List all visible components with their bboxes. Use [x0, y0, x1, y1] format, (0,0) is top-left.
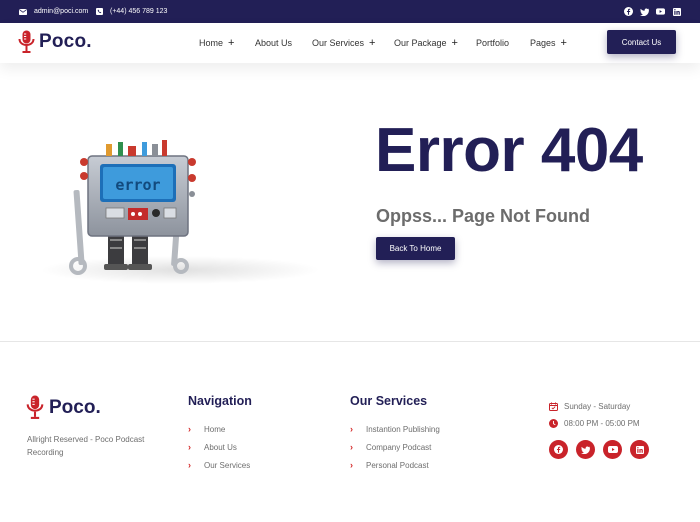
robot-illustration: error [40, 140, 320, 284]
footer-opening-hours: Sunday - Saturday 08:00 PM - 05:00 PM [549, 398, 640, 432]
hours-time-row: 08:00 PM - 05:00 PM [549, 415, 640, 432]
twitter-icon[interactable] [640, 7, 649, 16]
chevron-right-icon: › [350, 442, 353, 452]
footer-service-link-company-podcast[interactable]: › Company Podcast [350, 438, 440, 456]
footer-navigation-list: › Home › About Us › Our Services [188, 420, 250, 474]
error-subtitle: Oppss... Page Not Found [376, 206, 591, 226]
chevron-right-icon: › [188, 460, 191, 470]
nav-label: About Us [255, 38, 293, 48]
contact-us-button[interactable]: Contact Us [607, 30, 676, 54]
topbar-phone-text: (+44) 456 789 123 [110, 8, 168, 15]
footer-services-heading: Our Services [350, 394, 428, 408]
footer-nav-link-about-us[interactable]: › About Us [188, 438, 250, 456]
error-title: Error 404 [375, 116, 643, 185]
footer-copyright: Allright Reserved - Poco Podcast Recordi… [27, 435, 145, 457]
top-bar: admin@poci.com (+44) 456 789 123 [0, 0, 700, 23]
nav-item-home[interactable]: Home + [199, 23, 234, 63]
nav-item-portfolio[interactable]: Portfolio [476, 23, 509, 63]
nav-label: Our Services [312, 38, 365, 48]
youtube-icon[interactable] [656, 7, 665, 16]
footer-brand-name: Poco. [49, 396, 101, 418]
linkedin-icon[interactable] [672, 7, 681, 16]
footer-navigation-heading: Navigation [188, 394, 252, 408]
microphone-icon [26, 395, 44, 419]
calendar-icon [549, 402, 558, 411]
link-label: About Us [204, 442, 237, 452]
link-label: Our Services [204, 460, 251, 470]
brand-name: Poco. [39, 31, 92, 52]
footer-service-link-instantion-publishing[interactable]: › Instantion Publishing [350, 420, 440, 438]
link-label: Company Podcast [366, 442, 432, 452]
topbar-phone[interactable]: (+44) 456 789 123 [96, 0, 167, 23]
facebook-icon[interactable] [549, 440, 568, 459]
facebook-icon[interactable] [624, 7, 633, 16]
footer-logo[interactable]: Poco. [26, 395, 101, 420]
nav-item-our-services[interactable]: Our Services + [312, 23, 375, 63]
chevron-right-icon: › [188, 424, 191, 434]
nav-item-about-us[interactable]: About Us [255, 23, 292, 63]
chevron-right-icon: › [188, 442, 191, 452]
main-header: Poco. Home + About Us Our Services + Our P… [0, 23, 700, 63]
linkedin-icon[interactable] [630, 440, 649, 459]
footer-nav-link-our-services[interactable]: › Our Services [188, 456, 250, 474]
link-label: Personal Podcast [366, 460, 429, 470]
chevron-right-icon: › [350, 424, 353, 434]
hours-days-text: Sunday - Saturday [564, 402, 631, 411]
nav-item-pages[interactable]: Pages + [530, 23, 567, 63]
topbar-email-text: admin@poci.com [34, 8, 89, 15]
nav-label: Our Package [394, 38, 447, 48]
clock-icon [549, 419, 558, 428]
nav-label: Portfolio [476, 38, 510, 48]
plus-icon: + [228, 37, 235, 49]
plus-icon: + [560, 37, 567, 49]
topbar-email[interactable]: admin@poci.com [19, 0, 88, 23]
twitter-icon[interactable] [576, 440, 595, 459]
footer-service-link-personal-podcast[interactable]: › Personal Podcast [350, 456, 440, 474]
site-logo[interactable]: Poco. [18, 30, 92, 54]
chevron-right-icon: › [350, 460, 353, 470]
topbar-social [624, 0, 681, 23]
footer-nav-link-home[interactable]: › Home [188, 420, 250, 438]
plus-icon: + [451, 37, 458, 49]
nav-label: Home [199, 38, 224, 48]
hours-time-text: 08:00 PM - 05:00 PM [564, 419, 640, 428]
robot-screen-text: error [115, 176, 160, 194]
hours-days-row: Sunday - Saturday [549, 398, 640, 415]
nav-label: Pages [530, 38, 556, 48]
back-to-home-button[interactable]: Back To Home [376, 237, 455, 260]
phone-icon [96, 8, 103, 15]
plus-icon: + [369, 37, 376, 49]
youtube-icon[interactable] [603, 440, 622, 459]
link-label: Instantion Publishing [366, 424, 440, 434]
envelope-icon [19, 8, 27, 15]
footer-divider [0, 341, 700, 342]
microphone-icon [18, 30, 35, 53]
nav-item-our-package[interactable]: Our Package + [394, 23, 458, 63]
footer-services-list: › Instantion Publishing › Company Podcast … [350, 420, 440, 474]
footer-social [549, 440, 649, 459]
link-label: Home [204, 424, 226, 434]
